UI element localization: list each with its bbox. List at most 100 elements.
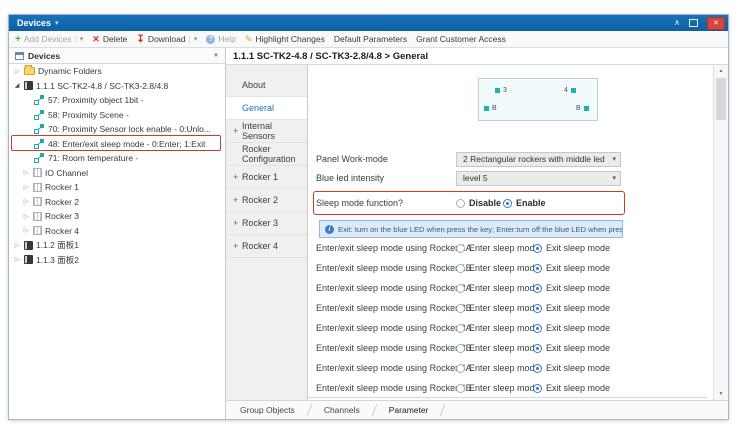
vertical-scrollbar[interactable]: ▲ ▼ <box>713 65 728 400</box>
radio-exit-sleep[interactable] <box>533 324 542 333</box>
radio-enter-sleep[interactable] <box>456 264 465 273</box>
expand-collapsed-icon[interactable]: ▷ <box>13 256 21 263</box>
expand-collapsed-icon[interactable]: ▷ <box>22 198 30 205</box>
expand-collapsed-icon[interactable]: ▷ <box>22 169 30 176</box>
tree-item-object-71[interactable]: 71: Room temperature - <box>9 151 225 166</box>
window-title: Devices <box>17 18 51 28</box>
horizontal-scroll-track[interactable] <box>308 397 707 398</box>
grant-customer-access-button[interactable]: Grant Customer Access <box>416 34 506 44</box>
expand-collapsed-icon[interactable]: ▷ <box>22 213 30 220</box>
nav-item-rocker-2[interactable]: + Rocker 2 <box>226 189 307 212</box>
select-value: level 5 <box>463 172 612 185</box>
expand-collapsed-icon[interactable]: ▷ <box>13 68 21 75</box>
radio-enable[interactable] <box>503 199 512 208</box>
tree-item-object-70[interactable]: 70: Proximity Sensor lock enable - 0:Unl… <box>9 122 225 137</box>
nav-item-about[interactable]: About <box>226 74 307 97</box>
nav-item-general[interactable]: General <box>226 97 307 120</box>
tree-item-object-57[interactable]: 57: Proximity object 1bit - <box>9 93 225 108</box>
radio-label[interactable]: Disable <box>469 196 501 211</box>
radio-label[interactable]: Exit sleep mode <box>546 361 610 375</box>
radio-label[interactable]: Enter sleep mode <box>469 301 540 315</box>
chevron-down-icon[interactable]: ▾ <box>194 35 198 43</box>
radio-enter-sleep[interactable] <box>456 304 465 313</box>
help-button[interactable]: ? Help <box>206 34 235 44</box>
radio-label[interactable]: Enter sleep mode <box>469 361 540 375</box>
radio-enter-sleep[interactable] <box>456 364 465 373</box>
scroll-down-icon[interactable]: ▼ <box>714 391 728 397</box>
expand-collapsed-icon[interactable]: ▷ <box>22 184 30 191</box>
radio-exit-sleep[interactable] <box>533 364 542 373</box>
radio-exit-sleep[interactable] <box>533 304 542 313</box>
radio-label[interactable]: Exit sleep mode <box>546 261 610 275</box>
tree-item-rocker-3[interactable]: ▷ Rocker 3 <box>9 209 225 224</box>
add-devices-button[interactable]: + Add Devices | ▾ <box>15 34 83 45</box>
expand-expanded-icon[interactable]: ◢ <box>13 82 21 89</box>
radio-label[interactable]: Enter sleep mode <box>469 381 540 395</box>
radio-label[interactable]: Enter sleep mode <box>469 281 540 295</box>
tree-item-rocker-2[interactable]: ▷ Rocker 2 <box>9 195 225 210</box>
scroll-up-icon[interactable]: ▲ <box>714 68 728 74</box>
tree-item-rocker-4[interactable]: ▷ Rocker 4 <box>9 224 225 239</box>
tree-item-object-58[interactable]: 58: Proximity Scene - <box>9 108 225 123</box>
tab-parameter[interactable]: Parameter <box>383 405 435 415</box>
nav-item-rocker-3[interactable]: + Rocker 3 <box>226 212 307 235</box>
nav-item-internal-sensors[interactable]: + Internal Sensors <box>226 120 307 143</box>
radio-label[interactable]: Exit sleep mode <box>546 301 610 315</box>
tree-item-device-1-1-2[interactable]: ▷ 1.1.2 面板1 <box>9 238 225 253</box>
radio-enter-sleep[interactable] <box>456 284 465 293</box>
radio-enter-sleep[interactable] <box>456 384 465 393</box>
tree-item-object-48[interactable]: 48: Enter/exit sleep mode - 0:Enter; 1:E… <box>9 137 225 152</box>
tab-channels[interactable]: Channels <box>318 405 366 415</box>
scrollbar-thumb[interactable] <box>716 78 726 120</box>
separator: | <box>75 34 77 44</box>
chevron-down-icon[interactable]: ▾ <box>80 35 84 43</box>
radio-enter-sleep[interactable] <box>456 244 465 253</box>
radio-label[interactable]: Enter sleep mode <box>469 261 540 275</box>
highlight-changes-button[interactable]: ✎ Highlight Changes <box>245 34 325 45</box>
work-mode-select[interactable]: 2 Rectangular rockers with middle led ▾ <box>456 152 621 167</box>
tree-item-io-channel[interactable]: ▷ IO Channel <box>9 166 225 181</box>
expand-collapsed-icon[interactable]: ▷ <box>22 227 30 234</box>
group-object-icon <box>34 124 45 134</box>
radio-label[interactable]: Exit sleep mode <box>546 341 610 355</box>
radio-label[interactable]: Enter sleep mode <box>469 341 540 355</box>
radio-label[interactable]: Enter sleep mode <box>469 321 540 335</box>
radio-enter-sleep[interactable] <box>456 324 465 333</box>
radio-exit-sleep[interactable] <box>533 244 542 253</box>
chevron-down-icon[interactable]: ▼ <box>213 53 219 59</box>
radio-exit-sleep[interactable] <box>533 264 542 273</box>
close-icon[interactable]: ✕ <box>707 17 725 30</box>
title-caret-icon[interactable]: ▾ <box>55 19 59 27</box>
radio-enter-sleep[interactable] <box>456 344 465 353</box>
collapse-icon[interactable]: ∧ <box>674 15 680 31</box>
radio-label[interactable]: Enable <box>516 196 546 211</box>
tree-item-rocker-1[interactable]: ▷ Rocker 1 <box>9 180 225 195</box>
restore-icon[interactable] <box>689 19 698 27</box>
tree-item-dynamic-folders[interactable]: ▷ Dynamic Folders <box>9 64 225 79</box>
radio-disable[interactable] <box>456 199 465 208</box>
devices-panel-icon <box>15 52 24 60</box>
nav-item-rocker-4[interactable]: + Rocker 4 <box>226 235 307 258</box>
nav-item-rocker-configuration[interactable]: Rocker Configuration <box>226 143 307 166</box>
radio-exit-sleep[interactable] <box>533 284 542 293</box>
radio-label[interactable]: Exit sleep mode <box>546 321 610 335</box>
download-button[interactable]: ↧ Download | ▾ <box>136 34 197 45</box>
tree-item-device-1-1-3[interactable]: ▷ 1.1.3 面板2 <box>9 253 225 268</box>
radio-label[interactable]: Exit sleep mode <box>546 381 610 395</box>
radio-label[interactable]: Exit sleep mode <box>546 281 610 295</box>
tab-group-objects[interactable]: Group Objects <box>234 405 301 415</box>
radio-label[interactable]: Exit sleep mode <box>546 241 610 255</box>
delete-button[interactable]: ✕ Delete <box>92 34 127 45</box>
tree-item-device-1-1-1[interactable]: ◢ 1.1.1 SC-TK2-4.8 / SC-TK3-2.8/4.8 <box>9 79 225 94</box>
tree-item-label: 58: Proximity Scene - <box>48 110 129 120</box>
radio-exit-sleep[interactable] <box>533 344 542 353</box>
param-row-rocker-1a: Enter/exit sleep mode using Rocker 1A En… <box>308 241 713 255</box>
content-header: 1.1.1 SC-TK2-4.8 / SC-TK3-2.8/4.8 > Gene… <box>226 48 728 65</box>
group-object-icon <box>34 153 45 163</box>
expand-collapsed-icon[interactable]: ▷ <box>13 242 21 249</box>
radio-exit-sleep[interactable] <box>533 384 542 393</box>
default-parameters-button[interactable]: Default Parameters <box>334 34 407 44</box>
nav-item-rocker-1[interactable]: + Rocker 1 <box>226 166 307 189</box>
intensity-select[interactable]: level 5 ▾ <box>456 171 621 186</box>
radio-label[interactable]: Enter sleep mode <box>469 241 540 255</box>
